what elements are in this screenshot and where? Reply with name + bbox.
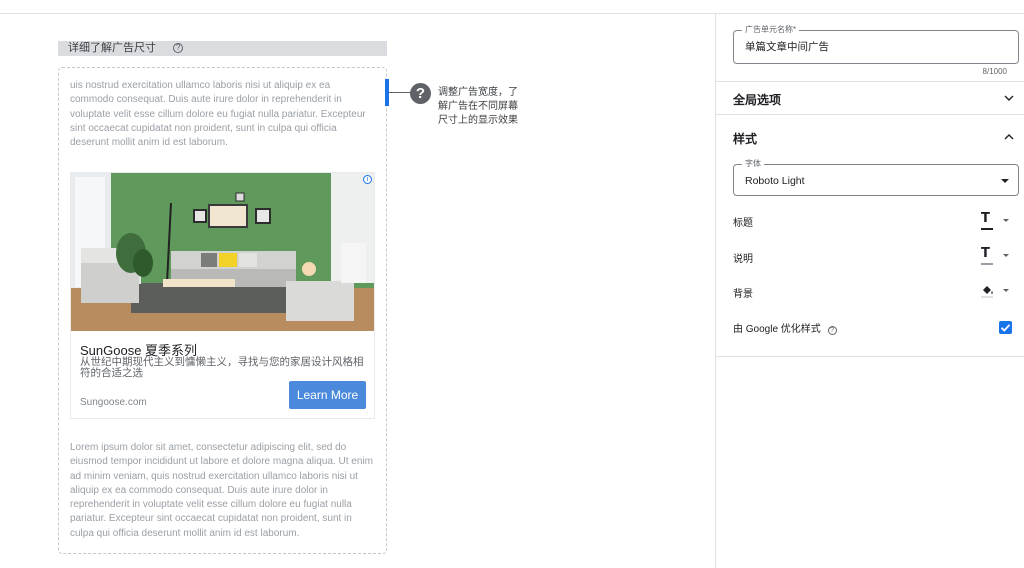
ad-unit-name-field[interactable]: 广告单元名称* 单篇文章中间广告 bbox=[733, 25, 1019, 64]
chevron-down-icon[interactable] bbox=[1004, 93, 1014, 103]
resize-hint-text: 调整广告宽度，了解广告在不同屏幕尺寸上的显示效果 bbox=[438, 87, 518, 126]
title-color-swatch bbox=[981, 228, 993, 230]
ad-card[interactable]: i SunGoose 夏季系列 从世纪中期现代主义到慵懒主义，寻找与您的家居设计… bbox=[70, 172, 375, 419]
ad-unit-name-value[interactable]: 单篇文章中间广告 bbox=[745, 31, 829, 63]
font-value: Roboto Light bbox=[745, 175, 805, 187]
optimize-style-checkbox[interactable] bbox=[999, 321, 1012, 334]
sample-article-text-bottom: Lorem ipsum dolor sit amet, consectetur … bbox=[70, 442, 373, 539]
adchoices-icon[interactable]: i bbox=[363, 175, 372, 184]
background-color-picker[interactable] bbox=[981, 283, 1011, 299]
checkmark-icon bbox=[1000, 324, 1011, 332]
learn-more-label: 详细了解广告尺寸 bbox=[68, 42, 156, 54]
char-counter: 8/1000 bbox=[982, 67, 1007, 76]
description-style-label: 说明 bbox=[733, 254, 753, 265]
ad-image[interactable]: i bbox=[71, 173, 374, 331]
style-section-header[interactable]: 样式 bbox=[733, 130, 757, 147]
help-icon[interactable]: ? bbox=[173, 43, 184, 53]
question-icon: ? bbox=[410, 83, 431, 104]
learn-more-button[interactable]: Learn More bbox=[289, 381, 366, 409]
global-options-header[interactable]: 全局选项 bbox=[733, 91, 781, 108]
dropdown-arrow-icon bbox=[1001, 179, 1009, 183]
divider bbox=[716, 81, 1024, 82]
optimize-style-row: 由 Google 优化样式 ? bbox=[733, 320, 837, 335]
chevron-up-icon[interactable] bbox=[1004, 132, 1014, 142]
caret-down-icon bbox=[1003, 289, 1009, 292]
living-room-image bbox=[71, 173, 374, 331]
description-color-picker[interactable]: T bbox=[981, 246, 1011, 265]
help-icon[interactable]: ? bbox=[827, 326, 837, 335]
title-color-picker[interactable]: T bbox=[981, 211, 1011, 230]
font-select[interactable]: 字体 Roboto Light bbox=[733, 159, 1019, 196]
divider bbox=[716, 114, 1024, 115]
caret-down-icon bbox=[1003, 219, 1009, 222]
fill-bucket-icon bbox=[981, 286, 993, 298]
ad-domain[interactable]: Sungoose.com bbox=[80, 397, 147, 408]
sample-article-text-top: uis nostrud exercitation ullamco laboris… bbox=[70, 80, 366, 149]
background-style-label: 背景 bbox=[733, 289, 753, 300]
caret-down-icon bbox=[1003, 254, 1009, 257]
optimize-style-label: 由 Google 优化样式 bbox=[733, 324, 821, 335]
settings-panel: 广告单元名称* 单篇文章中间广告 8/1000 全局选项 样式 字体 Robot… bbox=[715, 14, 1024, 568]
divider bbox=[716, 356, 1024, 357]
learn-more-ad-size-link[interactable]: 详细了解广告尺寸 ? bbox=[58, 41, 387, 56]
hint-connector bbox=[389, 92, 411, 93]
description-color-swatch bbox=[981, 263, 993, 265]
text-color-icon: T bbox=[981, 246, 990, 261]
title-style-label: 标题 bbox=[733, 218, 753, 229]
ad-description: 从世纪中期现代主义到慵懒主义，寻找与您的家居设计风格相符的合适之选 bbox=[80, 356, 364, 379]
text-color-icon: T bbox=[981, 211, 990, 226]
